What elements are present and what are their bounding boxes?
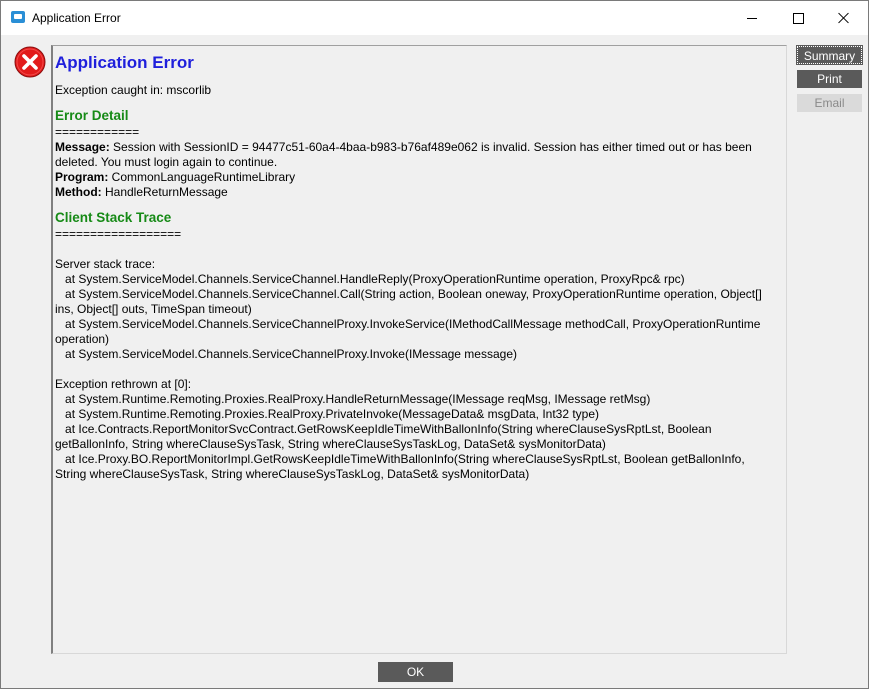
program-label: Program: — [55, 170, 109, 184]
error-heading: Application Error — [55, 53, 194, 72]
method-label: Method: — [55, 185, 102, 199]
stack-line: at System.ServiceModel.Channels.ServiceC… — [55, 347, 517, 361]
stack-line: at Ice.Proxy.BO.ReportMonitorImpl.GetRow… — [55, 452, 749, 481]
program-line: Program: CommonLanguageRuntimeLibrary — [55, 170, 774, 185]
window-title: Application Error — [32, 11, 121, 25]
stack-line: at System.Runtime.Remoting.Proxies.RealP… — [55, 392, 651, 406]
close-icon — [838, 12, 850, 24]
maximize-icon — [792, 12, 804, 24]
method-line: Method: HandleReturnMessage — [55, 185, 774, 200]
stack-line: at System.Runtime.Remoting.Proxies.RealP… — [55, 407, 600, 421]
stack-line: at System.ServiceModel.Channels.ServiceC… — [55, 287, 766, 316]
exception-caught-text: Exception caught in: mscorlib — [55, 83, 212, 97]
message-value: Session with SessionID = 94477c51-60a4-4… — [55, 140, 756, 169]
server-stack-title: Server stack trace: — [55, 257, 156, 271]
summary-button[interactable]: Summary — [796, 45, 863, 65]
rethrown-title: Exception rethrown at [0]: — [55, 377, 192, 391]
minimize-button[interactable] — [729, 1, 775, 35]
title-bar[interactable]: Application Error — [1, 1, 868, 35]
app-window-icon — [11, 11, 25, 23]
stack-line: at Ice.Contracts.ReportMonitorSvcContrac… — [55, 422, 715, 451]
email-button[interactable]: Email — [797, 94, 862, 112]
close-button[interactable] — [821, 1, 867, 35]
ok-button[interactable]: OK — [378, 662, 453, 682]
error-detail-rule: ============ — [55, 125, 140, 139]
error-icon — [14, 46, 46, 78]
program-value: CommonLanguageRuntimeLibrary — [108, 170, 296, 184]
stack-trace-rule: ================== — [55, 227, 182, 241]
stack-line: at System.ServiceModel.Channels.ServiceC… — [55, 317, 764, 346]
minimize-icon — [747, 17, 757, 19]
message-line: Message: Session with SessionID = 94477c… — [55, 140, 774, 170]
print-button[interactable]: Print — [797, 70, 862, 88]
message-label: Message: — [55, 140, 110, 154]
error-detail-heading: Error Detail — [55, 108, 129, 123]
error-detail-pane[interactable]: Application Error Exception caught in: m… — [51, 45, 787, 654]
method-value: HandleReturnMessage — [101, 185, 228, 199]
stack-line: at System.ServiceModel.Channels.ServiceC… — [55, 272, 685, 286]
maximize-button[interactable] — [775, 1, 821, 35]
client-stack-trace-heading: Client Stack Trace — [55, 210, 172, 225]
